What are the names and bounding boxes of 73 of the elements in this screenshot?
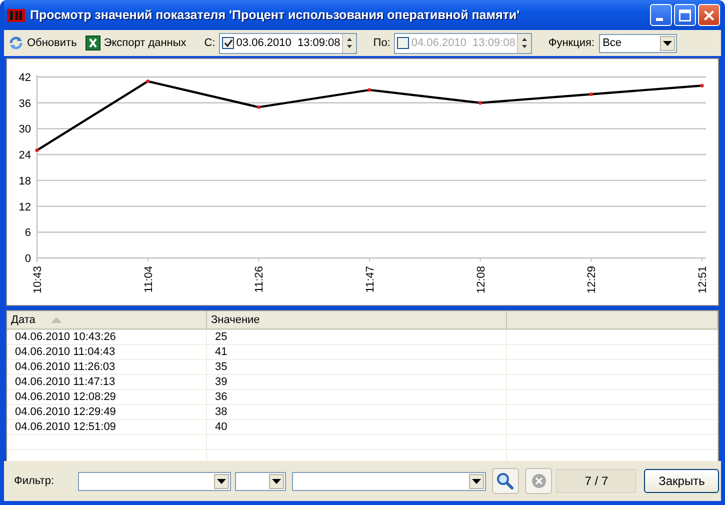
y-tick-label: 18: [18, 175, 31, 188]
data-point: [256, 105, 260, 109]
y-tick-label: 30: [18, 124, 31, 136]
export-button[interactable]: Экспорт данных: [82, 33, 188, 53]
table-cell: 04.06.2010 10:43:26: [7, 330, 207, 344]
table-cell: 35: [207, 360, 507, 374]
close-button[interactable]: [698, 4, 720, 26]
table-cell: 25: [207, 330, 507, 344]
filter-label: Фильтр:: [13, 475, 56, 487]
minimize-icon: [656, 18, 662, 20]
x-tick-label: 12:08: [475, 266, 488, 294]
column-header-label: Значение: [211, 314, 260, 326]
x-tick-label: 11:04: [142, 266, 155, 293]
spreadsheet-icon: [84, 35, 101, 51]
spinner-icon: [517, 34, 532, 52]
x-tick-label: 12:51: [697, 266, 709, 294]
function-label: Функция:: [548, 37, 595, 49]
data-point: [589, 92, 593, 96]
value-dropdown[interactable]: [292, 472, 486, 490]
dropdown-arrow-icon: [472, 478, 481, 484]
dropdown-arrow-icon: [272, 478, 281, 484]
record-count: 7 / 7: [556, 469, 636, 493]
y-tick-label: 6: [24, 227, 31, 240]
x-tick-label: 11:47: [364, 266, 376, 293]
column-header-label: Дата: [11, 314, 36, 326]
spinner-icon: [342, 34, 356, 52]
data-point: [146, 80, 150, 84]
x-tick-label: 11:26: [254, 266, 266, 293]
operator-dropdown[interactable]: [234, 472, 286, 490]
y-tick-label: 36: [18, 98, 31, 110]
data-point: [700, 84, 704, 88]
date-time-picker[interactable]: 03.06.2010 13:09:08: [219, 32, 358, 54]
y-tick-label: 12: [18, 201, 31, 214]
y-tick-label: 0: [24, 253, 31, 265]
refresh-button[interactable]: Обновить: [6, 33, 79, 53]
checkbox[interactable]: [222, 37, 234, 49]
table-cell: 04.06.2010 12:08:29: [7, 390, 207, 404]
table-cell: 41: [207, 345, 507, 359]
app-icon: [7, 7, 25, 23]
function-dropdown[interactable]: Все: [598, 34, 677, 52]
data-point: [478, 101, 482, 105]
to-label: По:: [373, 37, 390, 49]
checkbox[interactable]: [397, 37, 410, 49]
search-icon: [496, 472, 514, 490]
dropdown-arrow-icon: [216, 478, 226, 484]
table-cell: 04.06.2010 11:26:03: [7, 360, 207, 374]
y-tick-label: 42: [18, 72, 31, 84]
table-cell: 04.06.2010 11:04:43: [7, 345, 207, 359]
search-button[interactable]: [492, 468, 520, 494]
minimize-button[interactable]: [650, 4, 672, 26]
window-title: Просмотр значений показателя 'Процент использования оперативной памяти': [30, 8, 521, 22]
from-label: С:: [204, 37, 216, 49]
column-header[interactable]: Значение: [207, 311, 507, 328]
close-dialog-button[interactable]: Закрыть: [644, 469, 719, 493]
x-tick-label: 10:43: [32, 266, 44, 294]
field-dropdown[interactable]: [78, 472, 231, 490]
y-tick-label: 24: [18, 150, 31, 162]
table-cell: 40: [207, 420, 507, 434]
data-point: [368, 88, 372, 92]
dropdown-arrow-icon: [662, 40, 672, 46]
clear-icon: [530, 473, 547, 489]
table-cell: 36: [207, 390, 507, 404]
table-cell: 38: [207, 405, 507, 419]
refresh-icon: [8, 35, 24, 51]
x-tick-label: 12:29: [586, 266, 598, 294]
data-point: [35, 148, 39, 152]
sort-icon: [51, 316, 62, 322]
table-cell: 04.06.2010 12:29:49: [7, 405, 207, 419]
table-cell: 04.06.2010 12:51:09: [7, 420, 207, 434]
column-header[interactable]: Дата: [7, 311, 207, 328]
maximize-button[interactable]: [674, 4, 696, 26]
table-cell: 39: [207, 375, 507, 389]
table-cell: 04.06.2010 11:47:13: [7, 375, 207, 389]
